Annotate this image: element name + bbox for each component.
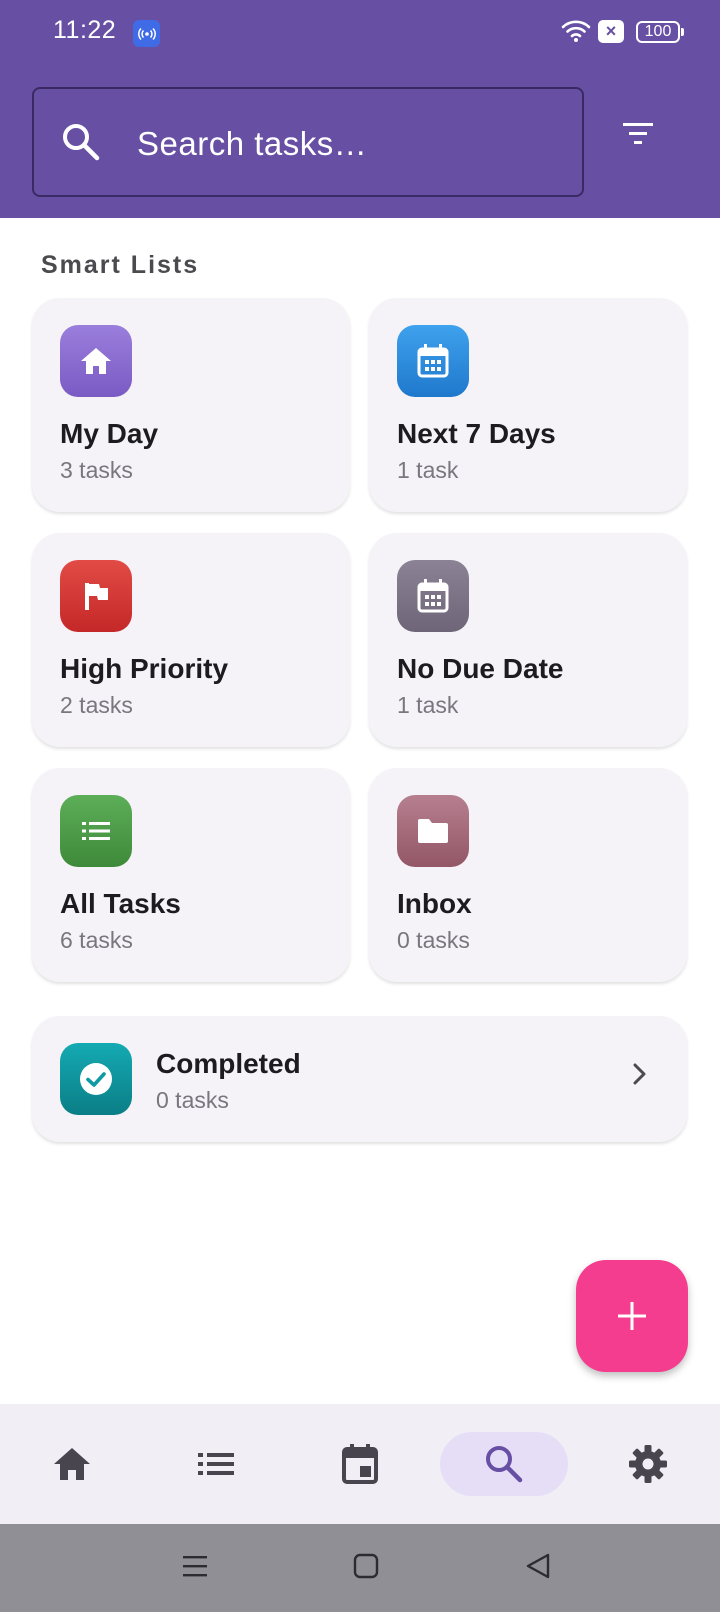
app-header: 11:22 × 100 Search tasks… bbox=[0, 0, 720, 218]
card-count: 1 task bbox=[397, 457, 459, 483]
list-icon bbox=[198, 1453, 234, 1475]
check-circle-icon bbox=[60, 1043, 132, 1115]
home-icon bbox=[60, 325, 132, 397]
wifi-icon bbox=[561, 18, 591, 49]
card-count: 2 tasks bbox=[60, 692, 133, 718]
search-input[interactable]: Search tasks… bbox=[32, 87, 584, 197]
card-count: 0 tasks bbox=[397, 927, 470, 953]
card-no-due-date[interactable]: No Due Date 1 task bbox=[369, 533, 687, 747]
nav-search[interactable] bbox=[440, 1432, 568, 1496]
card-completed[interactable]: Completed 0 tasks bbox=[32, 1016, 687, 1142]
list-icon bbox=[60, 795, 132, 867]
hotspot-icon bbox=[133, 20, 160, 47]
system-nav-bar bbox=[0, 1524, 720, 1612]
bottom-nav bbox=[0, 1404, 720, 1524]
status-time: 11:22 bbox=[53, 16, 117, 44]
nav-home[interactable] bbox=[8, 1432, 136, 1496]
home-button-icon[interactable] bbox=[352, 1552, 380, 1585]
calendar-icon bbox=[397, 560, 469, 632]
flag-icon bbox=[60, 560, 132, 632]
filter-icon[interactable] bbox=[622, 122, 654, 151]
folder-icon bbox=[397, 795, 469, 867]
card-title: No Due Date bbox=[397, 653, 564, 684]
search-icon bbox=[486, 1446, 523, 1483]
card-count: 0 tasks bbox=[156, 1087, 229, 1113]
card-title: My Day bbox=[60, 418, 159, 449]
card-all-tasks[interactable]: All Tasks 6 tasks bbox=[32, 768, 350, 982]
card-title: Inbox bbox=[397, 888, 472, 919]
card-title: Next 7 Days bbox=[397, 418, 556, 449]
card-inbox[interactable]: Inbox 0 tasks bbox=[369, 768, 687, 982]
nav-settings[interactable] bbox=[584, 1432, 712, 1496]
nav-lists[interactable] bbox=[152, 1432, 280, 1496]
section-title: Smart Lists bbox=[41, 251, 200, 279]
menu-icon[interactable] bbox=[181, 1552, 209, 1585]
card-count: 3 tasks bbox=[60, 457, 133, 483]
card-next-7-days[interactable]: Next 7 Days 1 task bbox=[369, 298, 687, 512]
card-my-day[interactable]: My Day 3 tasks bbox=[32, 298, 350, 512]
calendar-icon bbox=[342, 1444, 378, 1484]
back-icon[interactable] bbox=[524, 1552, 552, 1585]
card-title: Completed bbox=[156, 1048, 301, 1079]
search-placeholder: Search tasks… bbox=[137, 125, 368, 162]
calendar-icon bbox=[397, 325, 469, 397]
plus-icon bbox=[618, 1302, 646, 1330]
gear-icon bbox=[629, 1445, 667, 1483]
card-title: High Priority bbox=[60, 653, 229, 684]
chevron-right-icon bbox=[632, 1062, 648, 1091]
status-bar: 11:22 × 100 bbox=[0, 0, 720, 66]
card-high-priority[interactable]: High Priority 2 tasks bbox=[32, 533, 350, 747]
battery-indicator: 100 bbox=[636, 21, 684, 43]
add-task-button[interactable] bbox=[576, 1260, 688, 1372]
search-icon bbox=[60, 121, 102, 168]
card-count: 6 tasks bbox=[60, 927, 133, 953]
home-icon bbox=[54, 1448, 90, 1480]
card-title: All Tasks bbox=[60, 888, 181, 919]
card-count: 1 task bbox=[397, 692, 459, 718]
nav-calendar[interactable] bbox=[296, 1432, 424, 1496]
no-sim-icon: × bbox=[598, 20, 624, 43]
